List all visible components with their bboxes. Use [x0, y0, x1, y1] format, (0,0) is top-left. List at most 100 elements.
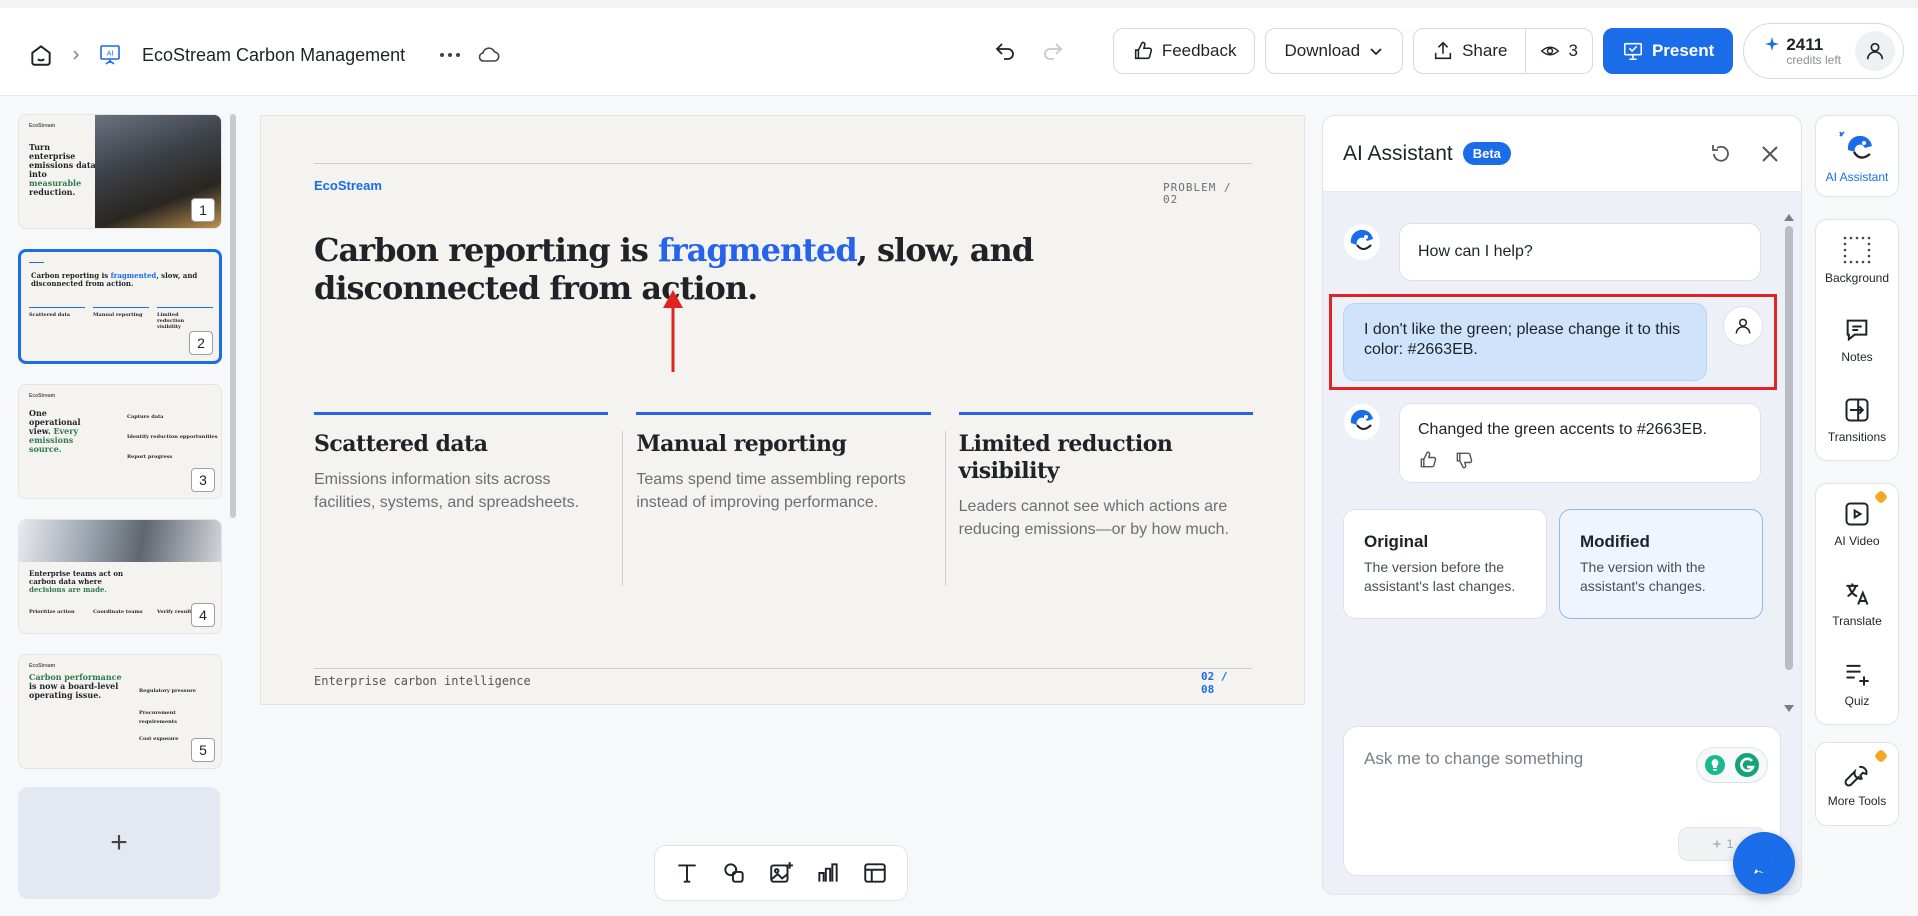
thumb-rule	[29, 307, 85, 308]
ai-assistant-panel: AI Assistant Beta How can I help? I don'…	[1322, 115, 1802, 895]
undo-icon[interactable]	[993, 39, 1017, 63]
slide-thumbnail-3[interactable]: EcoStream One operational view. Every em…	[18, 384, 222, 499]
home-icon[interactable]	[28, 42, 54, 68]
rail-translate[interactable]: Translate	[1816, 564, 1898, 644]
thumb-title-accent: decisions are made.	[29, 585, 107, 594]
user-avatar[interactable]	[1855, 31, 1895, 71]
thumb-col-heading: Manual reporting	[93, 312, 143, 318]
thumb-col-heading: Capture data	[127, 414, 164, 420]
slide-page-number[interactable]: 02 / 08	[1201, 670, 1228, 696]
scroll-up-icon[interactable]	[1783, 212, 1795, 222]
version-description: The version with the assistant's changes…	[1580, 559, 1706, 594]
thumb-brand: EcoStream	[29, 123, 56, 129]
redo-icon[interactable]	[1041, 39, 1065, 63]
slide-thumbnail-5[interactable]: EcoStream Carbon performance is now a bo…	[18, 654, 222, 769]
writing-assistant-icons[interactable]	[1696, 747, 1768, 783]
wrench-icon	[1844, 765, 1868, 787]
slide-footer[interactable]: Enterprise carbon intelligence	[314, 674, 531, 688]
support-chat-button[interactable]	[1733, 832, 1795, 894]
original-version-card[interactable]: Original The version before the assistan…	[1343, 509, 1547, 619]
thumb-number: 2	[189, 331, 213, 355]
column-divider	[622, 431, 624, 586]
scroll-down-icon[interactable]	[1783, 704, 1795, 714]
thumb-number: 3	[191, 468, 215, 492]
thumbs-up-icon[interactable]	[1418, 450, 1438, 470]
rail-transitions[interactable]: Transitions	[1816, 380, 1898, 460]
thumb-col-heading: Cost exposure	[139, 736, 179, 742]
rail-ai-assistant[interactable]: AI Assistant	[1816, 116, 1898, 196]
presentation-icon: AI	[98, 43, 122, 67]
present-button[interactable]: Present	[1602, 28, 1734, 74]
rail-ai-video[interactable]: AI Video	[1816, 484, 1898, 564]
page-line: 02 /	[1201, 670, 1228, 683]
top-bar-left: AI EcoStream Carbon Management	[28, 35, 501, 75]
assistant-greeting-message: How can I help?	[1399, 223, 1761, 281]
assistant-reply-message: Changed the green accents to #2663EB.	[1399, 403, 1761, 483]
thumb-rule	[157, 307, 213, 308]
slide-title[interactable]: Carbon reporting is fragmented, slow, an…	[314, 231, 1234, 307]
slide-bottom-rule	[314, 668, 1252, 669]
chat-bubble-icon	[1754, 853, 1774, 874]
viewers-button[interactable]: 3	[1525, 29, 1591, 73]
slide-canvas[interactable]: EcoStream PROBLEM / 02 Carbon reporting …	[260, 115, 1305, 705]
column-limited-visibility[interactable]: Limited reduction visibility Leaders can…	[944, 412, 1253, 586]
thumb-title: One operational view. Every emissions so…	[29, 409, 101, 454]
version-description: The version before the assistant's last …	[1364, 559, 1516, 594]
thumb-col-heading: Scattered data	[29, 312, 71, 318]
column-body: Emissions information sits across facili…	[314, 471, 580, 511]
thumb-brand: EcoStream	[29, 663, 56, 669]
rail-quiz[interactable]: Quiz	[1816, 644, 1898, 724]
modified-version-card[interactable]: Modified The version with the assistant'…	[1559, 509, 1763, 619]
slide-thumbnail-1[interactable]: EcoStream Turn enterprise emissions data…	[18, 114, 222, 229]
background-grid-icon	[1843, 236, 1871, 264]
document-title[interactable]: EcoStream Carbon Management	[142, 45, 405, 66]
credits-label: credits left	[1786, 52, 1841, 67]
column-manual-reporting[interactable]: Manual reporting Teams spend time assemb…	[622, 412, 931, 586]
share-button[interactable]: Share	[1414, 29, 1525, 73]
transitions-icon	[1845, 398, 1869, 422]
shapes-tool-icon[interactable]	[721, 860, 747, 886]
eyebrow-line: 02	[1163, 193, 1179, 206]
image-tool-icon[interactable]	[768, 860, 794, 886]
chat-scrollbar[interactable]	[1783, 212, 1795, 722]
reset-chat-icon[interactable]	[1709, 142, 1733, 166]
text-tool-icon[interactable]	[674, 860, 700, 886]
rail-label: Translate	[1832, 614, 1882, 628]
slide-top-rule	[314, 163, 1252, 164]
column-scattered-data[interactable]: Scattered data Emissions information sit…	[314, 412, 609, 582]
thumbs-down-icon[interactable]	[1454, 450, 1474, 470]
credits-count: 2411	[1786, 34, 1824, 54]
more-options-icon[interactable]	[439, 52, 461, 58]
version-title: Original	[1364, 532, 1429, 551]
slide-thumbnail-4[interactable]: Enterprise teams act on carbon data wher…	[18, 519, 222, 634]
translate-icon	[1846, 583, 1869, 605]
column-divider	[944, 431, 946, 586]
viewers-count: 3	[1568, 41, 1578, 60]
top-bar: AI EcoStream Carbon Management Feedback …	[0, 0, 1918, 96]
rail-background[interactable]: Background	[1816, 220, 1898, 300]
rail-label: Background	[1824, 271, 1890, 285]
close-icon[interactable]	[1759, 143, 1781, 165]
annotation-arrow	[663, 290, 683, 372]
present-label: Present	[1651, 41, 1715, 60]
slide-thumbnail-2[interactable]: Carbon reporting is fragmented, slow, an…	[18, 249, 222, 364]
reply-text: Changed the green accents to #2663EB.	[1418, 421, 1708, 438]
credits-widget[interactable]: 2411 credits left	[1743, 23, 1904, 79]
thumbnail-scrollbar[interactable]	[230, 114, 236, 518]
send-cost: 1	[1726, 837, 1734, 851]
add-slide-button[interactable]: +	[18, 787, 220, 899]
table-tool-icon[interactable]	[862, 860, 888, 886]
chat-input-box[interactable]: 1	[1343, 726, 1781, 876]
title-part: Carbon reporting is	[314, 231, 659, 269]
chat-input[interactable]	[1364, 749, 1664, 769]
chat-scrollbar-thumb[interactable]	[1785, 226, 1793, 670]
chart-tool-icon[interactable]	[815, 860, 841, 886]
cloud-sync-icon[interactable]	[477, 43, 501, 67]
download-button[interactable]: Download	[1265, 28, 1404, 74]
rail-more-tools[interactable]: More Tools	[1816, 743, 1898, 825]
rail-notes[interactable]: Notes	[1816, 300, 1898, 380]
slide-eyebrow[interactable]: PROBLEM / 02	[1163, 182, 1232, 206]
feedback-button[interactable]: Feedback	[1112, 28, 1256, 74]
rail-label: Quiz	[1844, 694, 1870, 708]
slide-brand[interactable]: EcoStream	[314, 178, 382, 193]
